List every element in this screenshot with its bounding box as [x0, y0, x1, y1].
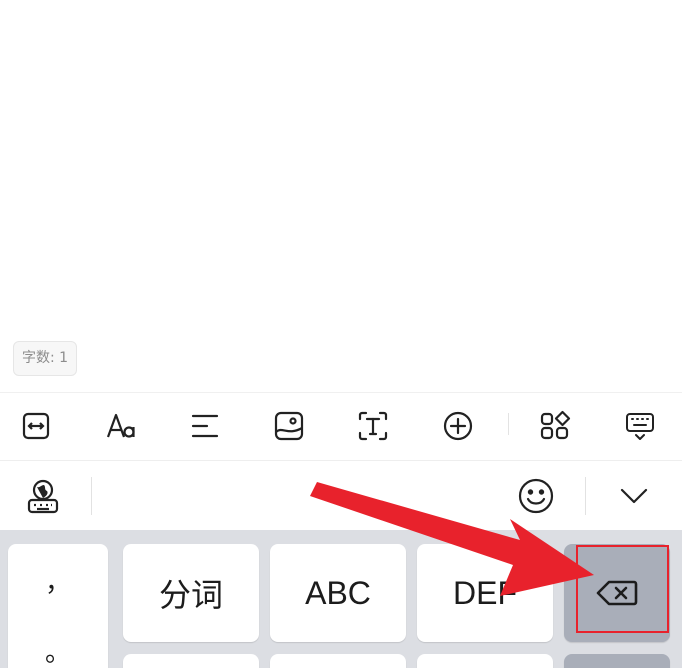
format-toolbar	[0, 392, 682, 460]
insert-plus-icon[interactable]	[437, 405, 479, 447]
text-width-icon[interactable]	[15, 405, 57, 447]
word-count-badge: 字数: 1	[13, 341, 78, 376]
chevron-down-icon[interactable]	[611, 473, 657, 519]
key-def[interactable]: DEF	[417, 544, 553, 642]
key-segment[interactable]: 分词	[123, 544, 259, 642]
insert-image-icon[interactable]	[268, 405, 310, 447]
toolbar-divider	[508, 413, 509, 435]
key-row2-3[interactable]	[417, 654, 553, 668]
keyboard-globe-icon[interactable]	[20, 473, 66, 519]
text-box-icon[interactable]	[352, 405, 394, 447]
punctuation-key[interactable]: ， 。	[8, 544, 108, 668]
ime-toolbar-divider-right	[585, 477, 586, 515]
period-label: 。	[44, 638, 71, 668]
font-style-icon[interactable]	[100, 405, 142, 447]
emoji-icon[interactable]	[513, 473, 559, 519]
key-row2-4[interactable]	[564, 654, 670, 668]
comma-label: ，	[44, 568, 71, 598]
hide-keyboard-icon[interactable]	[619, 405, 661, 447]
key-abc[interactable]: ABC	[270, 544, 406, 642]
backspace-highlight-box	[576, 545, 669, 633]
ime-toolbar	[0, 460, 682, 530]
apps-grid-icon[interactable]	[534, 405, 576, 447]
document-area[interactable]: 字数: 1	[0, 0, 682, 392]
ime-toolbar-divider-left	[91, 477, 92, 515]
key-row2-1[interactable]	[123, 654, 259, 668]
key-row2-2[interactable]	[270, 654, 406, 668]
align-icon[interactable]	[184, 405, 226, 447]
